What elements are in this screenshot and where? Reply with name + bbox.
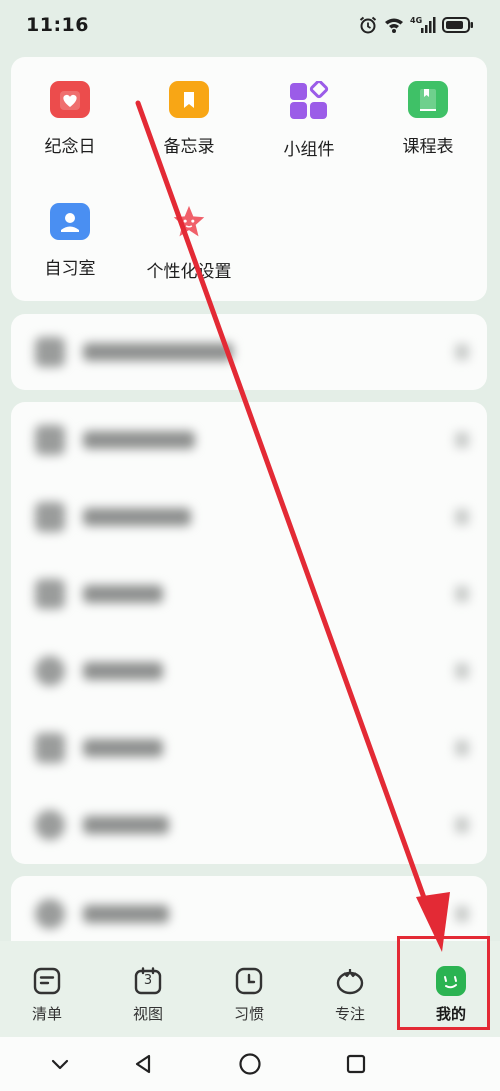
list-icon <box>31 965 63 997</box>
tab-focus[interactable]: 专注 <box>310 965 390 1024</box>
blurred-icon <box>35 899 65 929</box>
chevron-right-icon <box>455 586 469 602</box>
tomato-icon <box>334 965 366 997</box>
recents-icon[interactable] <box>343 1051 369 1077</box>
blurred-icon <box>35 337 65 367</box>
list-item[interactable] <box>33 651 477 691</box>
blurred-icon <box>35 502 65 532</box>
calendar-day-badge: 3 <box>143 973 153 988</box>
tool-timetable[interactable]: 课程表 <box>373 57 483 157</box>
battery-icon <box>442 16 474 34</box>
blurred-icon <box>35 425 65 455</box>
wifi-icon <box>384 16 404 34</box>
list-item[interactable] <box>33 420 477 460</box>
tool-label: 小组件 <box>283 140 335 160</box>
alarm-icon <box>358 15 378 35</box>
list-item[interactable] <box>33 805 477 845</box>
chevron-right-icon <box>455 663 469 679</box>
tool-label: 自习室 <box>44 259 96 279</box>
tab-label: 习惯 <box>233 1005 264 1023</box>
blurred-icon <box>35 656 65 686</box>
tab-view[interactable]: 3 视图 <box>108 965 188 1024</box>
tab-label: 专注 <box>334 1005 365 1023</box>
tool-widgets[interactable]: 小组件 <box>254 57 364 160</box>
tool-anniversary[interactable]: 纪念日 <box>15 57 125 157</box>
clock-icon <box>233 965 265 997</box>
chevron-right-icon <box>455 509 469 525</box>
blurred-text <box>83 431 195 449</box>
calendar-heart-icon <box>50 81 90 118</box>
list-item[interactable] <box>33 728 477 768</box>
status-icons: 4G <box>358 15 474 35</box>
list-item[interactable] <box>33 894 477 934</box>
annotation-highlight-box <box>397 936 490 1030</box>
list-item[interactable] <box>33 332 477 372</box>
bookmark-icon <box>169 81 209 118</box>
tool-label: 个性化设置 <box>146 262 232 282</box>
blurred-icon <box>35 733 65 763</box>
blurred-text <box>83 816 169 834</box>
signal-icon: 4G <box>410 15 436 35</box>
system-nav-bar <box>0 1037 500 1091</box>
chevron-right-icon <box>455 906 469 922</box>
study-room-icon <box>50 203 90 240</box>
tool-personalization[interactable]: 个性化设置 <box>134 179 244 282</box>
book-icon <box>408 81 448 118</box>
blurred-text <box>83 739 163 757</box>
blurred-text <box>83 508 191 526</box>
blurred-text <box>83 343 233 361</box>
status-bar: 11:16 4G <box>0 0 500 50</box>
chevron-right-icon <box>455 740 469 756</box>
tool-memo[interactable]: 备忘录 <box>134 57 244 157</box>
blurred-text <box>83 662 163 680</box>
list-item[interactable] <box>33 497 477 537</box>
home-icon[interactable] <box>237 1051 263 1077</box>
chevron-right-icon <box>455 432 469 448</box>
tool-label: 纪念日 <box>44 137 96 157</box>
calendar-icon: 3 <box>132 965 164 997</box>
tools-card: 纪念日 备忘录 小组件 课程表 自习室 个性化设置 <box>11 57 487 301</box>
list-item[interactable] <box>33 574 477 614</box>
settings-card-2 <box>11 402 487 864</box>
tool-label: 课程表 <box>402 137 454 157</box>
blurred-text <box>83 905 169 923</box>
tab-label: 视图 <box>132 1005 163 1023</box>
tab-habit[interactable]: 习惯 <box>209 965 289 1024</box>
blurred-icon <box>35 810 65 840</box>
tab-list[interactable]: 清单 <box>7 965 87 1024</box>
back-icon[interactable] <box>130 1051 156 1077</box>
chevron-right-icon <box>455 344 469 360</box>
tool-study-room[interactable]: 自习室 <box>15 179 125 279</box>
status-time: 11:16 <box>26 14 89 36</box>
star-face-icon <box>169 203 209 243</box>
tab-label: 清单 <box>31 1005 62 1023</box>
tool-label: 备忘录 <box>163 137 215 157</box>
settings-card-1 <box>11 314 487 390</box>
blurred-text <box>83 585 163 603</box>
widgets-icon <box>289 81 329 121</box>
svg-text:4G: 4G <box>410 16 422 25</box>
blurred-icon <box>35 579 65 609</box>
chevron-right-icon <box>455 817 469 833</box>
chevron-down-icon[interactable] <box>47 1051 73 1077</box>
